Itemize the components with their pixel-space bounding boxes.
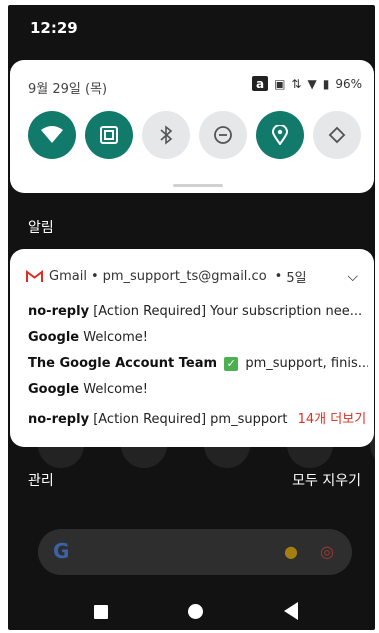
message-text: [Action Required] pm_support — [93, 412, 288, 427]
status-time: 12:29 — [30, 19, 78, 37]
a-app-icon: a — [252, 76, 269, 91]
autorotate-tile[interactable] — [313, 111, 361, 159]
battery-percent: 96% — [335, 76, 362, 91]
status-bar: 12:29 — [8, 5, 375, 53]
phone-screen: 12:29 9월 29일 (목) a ▣ ⇅ ▼ ▮ 96% 알림 Gmail … — [8, 5, 375, 630]
more-count-link[interactable]: 14개 더보기 — [298, 412, 367, 427]
sender: Google — [28, 382, 80, 397]
home-button[interactable] — [188, 604, 203, 619]
google-icon: G — [53, 539, 70, 563]
sender: no-reply — [28, 304, 90, 319]
sender: The Google Account Team — [28, 356, 218, 371]
quick-tiles — [28, 111, 361, 159]
do-not-disturb-icon — [214, 126, 232, 144]
search-bar[interactable]: G ● ◎ — [38, 529, 352, 575]
gmail-icon — [26, 270, 43, 282]
message-text: Welcome! — [83, 330, 148, 345]
notification-time: 5일 — [286, 271, 307, 286]
qs-status-icons: a ▣ ⇅ ▼ ▮ 96% — [252, 76, 362, 91]
notification-messages: no-reply [Action Required] Your subscrip… — [28, 304, 368, 434]
message-text: Welcome! — [83, 382, 148, 397]
sender: Google — [28, 330, 80, 345]
drag-handle[interactable] — [173, 184, 223, 187]
battery-icon: ▮ — [322, 76, 330, 91]
list-item[interactable]: no-reply [Action Required] Your subscrip… — [28, 304, 368, 330]
back-button[interactable] — [284, 602, 298, 620]
separator-dot: • — [90, 269, 99, 284]
list-item[interactable]: Google Welcome! — [28, 330, 368, 356]
location-icon — [272, 125, 288, 145]
nfc-status-icon: ▣ — [274, 76, 286, 91]
check-mark-icon: ✓ — [224, 357, 239, 371]
quick-settings-panel: 9월 29일 (목) a ▣ ⇅ ▼ ▮ 96% — [10, 60, 374, 193]
qs-date[interactable]: 9월 29일 (목) — [28, 78, 107, 97]
nfc-tile[interactable] — [85, 111, 133, 159]
sender: no-reply — [28, 412, 90, 427]
wifi-icon — [41, 126, 63, 143]
list-item[interactable]: The Google Account Team ✓ pm_support, fi… — [28, 356, 368, 382]
bluetooth-tile[interactable] — [142, 111, 190, 159]
notifications-heading: 알림 — [28, 220, 54, 236]
list-item[interactable]: Google Welcome! — [28, 382, 368, 408]
notification-account: pm_support_ts@gmail.co — [102, 269, 267, 284]
separator-dot: • — [274, 269, 283, 284]
wifi-tile[interactable] — [28, 111, 76, 159]
notification-header: Gmail • pm_support_ts@gmail.co • 5일 — [26, 267, 307, 286]
message-text: pm_support, finis... — [245, 356, 368, 371]
gmail-notification[interactable]: Gmail • pm_support_ts@gmail.co • 5일 ⌵ no… — [10, 249, 374, 447]
mic-icon[interactable]: ● — [284, 542, 298, 561]
recents-button[interactable] — [94, 605, 108, 619]
notification-app-name: Gmail — [49, 269, 87, 284]
autorotate-icon — [328, 126, 346, 144]
location-tile[interactable] — [256, 111, 304, 159]
lens-icon[interactable]: ◎ — [320, 542, 334, 561]
nfc-icon — [100, 126, 118, 144]
manage-button[interactable]: 관리 — [28, 470, 54, 490]
list-item[interactable]: no-reply [Action Required] pm_support 14… — [28, 408, 368, 434]
clear-all-button[interactable]: 모두 지우기 — [292, 470, 361, 490]
bluetooth-icon — [160, 125, 173, 145]
navigation-bar — [8, 591, 375, 630]
data-arrows-icon: ⇅ — [291, 76, 302, 91]
message-text: [Action Required] Your subscription nee.… — [93, 304, 363, 319]
chevron-down-icon[interactable]: ⌵ — [347, 269, 358, 285]
wifi-status-icon: ▼ — [307, 76, 317, 91]
dnd-tile[interactable] — [199, 111, 247, 159]
